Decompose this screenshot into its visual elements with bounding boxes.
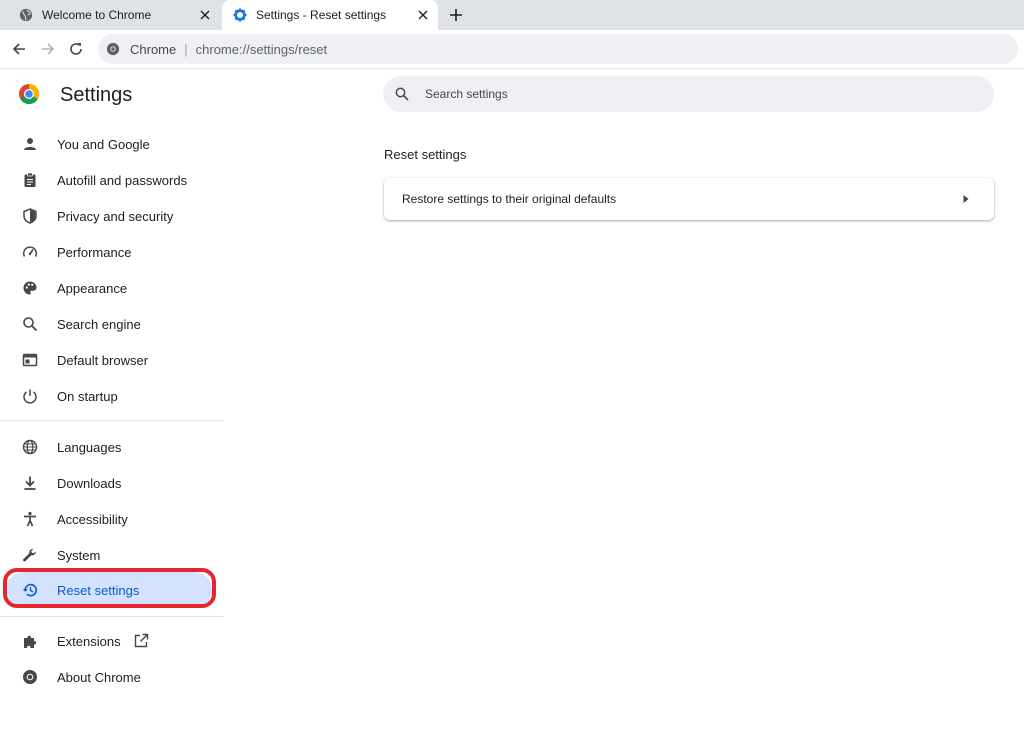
address-bar[interactable]: Chrome | chrome:// settings/reset [98,34,1018,64]
sidebar-item-search-engine[interactable]: Search engine [0,306,224,342]
tab-title: Settings - Reset settings [256,8,387,22]
restore-defaults-row[interactable]: Restore settings to their original defau… [384,178,994,220]
arrow-left-icon [12,43,25,55]
search-placeholder: Search settings [425,87,508,101]
tab-title: Welcome to Chrome [42,8,152,22]
sidebar-item-downloads[interactable]: Downloads [0,465,224,501]
tab-welcome[interactable]: Welcome to Chrome [8,0,220,30]
sidebar-item-about-chrome[interactable]: About Chrome [0,659,224,695]
globe-icon [21,438,39,456]
sidebar-item-accessibility[interactable]: Accessibility [0,501,224,537]
globe-icon [18,7,34,23]
sidebar-item-on-startup[interactable]: On startup [0,378,224,414]
chrome-logo-icon [106,41,122,57]
sidebar-item-performance[interactable]: Performance [0,234,224,270]
url-host: chrome:// [195,41,250,57]
wrench-icon [21,546,39,564]
search-icon [395,85,413,103]
sidebar-item-label: Appearance [57,280,128,296]
browser-toolbar: Chrome | chrome:// settings/reset [0,30,1024,69]
browser-window-icon [21,351,39,369]
tab-strip: Welcome to Chrome Settings - Reset setti… [0,0,1024,30]
forward-button[interactable] [38,39,58,59]
sidebar-item-label: Default browser [57,352,149,368]
plus-icon [450,9,462,21]
open-in-new-icon[interactable] [133,633,149,649]
gear-icon [232,7,248,23]
sidebar-item-label: About Chrome [57,669,141,685]
search-icon [21,315,39,333]
sidebar-item-extensions[interactable]: Extensions [0,623,224,659]
sidebar-item-default-browser[interactable]: Default browser [0,342,224,378]
sidebar-divider [0,616,224,617]
sidebar-item-label: Privacy and security [57,208,174,224]
page-title: Settings [60,84,133,106]
sidebar-item-label: Search engine [57,316,141,332]
shield-icon [21,207,39,225]
puzzle-icon [21,632,39,650]
section-title: Reset settings [384,147,467,162]
sidebar-item-appearance[interactable]: Appearance [0,270,224,306]
url-path: settings/reset [249,41,328,57]
arrow-right-icon [42,43,55,55]
caret-right-icon [958,191,974,207]
sidebar-item-label: Languages [57,439,122,455]
chrome-logo-icon [21,668,39,686]
person-icon [21,135,39,153]
sidebar-item-label: On startup [57,388,118,404]
restore-defaults-label: Restore settings to their original defau… [402,192,617,206]
sidebar-item-label: Extensions [57,633,121,649]
sidebar-item-privacy[interactable]: Privacy and security [0,198,224,234]
reload-icon [70,43,82,55]
sidebar-item-autofill[interactable]: Autofill and passwords [0,162,224,198]
omnibox-divider: | [184,41,188,57]
sidebar-item-label: Downloads [57,475,122,491]
sidebar-item-label: You and Google [57,136,150,152]
sidebar-item-label: System [57,547,101,563]
search-input[interactable]: Search settings [383,76,994,112]
accessibility-icon [21,510,39,528]
clipboard-icon [21,171,39,189]
close-icon[interactable] [414,6,432,24]
sidebar-item-label: Accessibility [57,511,128,527]
chrome-logo-icon [18,83,40,105]
sidebar-divider [0,420,224,421]
site-label: Chrome [130,41,177,57]
new-tab-button[interactable] [446,5,466,25]
close-icon[interactable] [196,6,214,24]
tab-settings[interactable]: Settings - Reset settings [222,0,438,30]
speedometer-icon [21,243,39,261]
highlight-outline [3,568,216,608]
back-button[interactable] [9,39,29,59]
sidebar-item-you-and-google[interactable]: You and Google [0,126,224,162]
palette-icon [21,279,39,297]
power-icon [21,387,39,405]
download-icon [21,474,39,492]
sidebar-item-languages[interactable]: Languages [0,429,224,465]
reload-button[interactable] [66,39,86,59]
sidebar-item-label: Performance [57,244,132,260]
sidebar-item-label: Autofill and passwords [57,172,188,188]
